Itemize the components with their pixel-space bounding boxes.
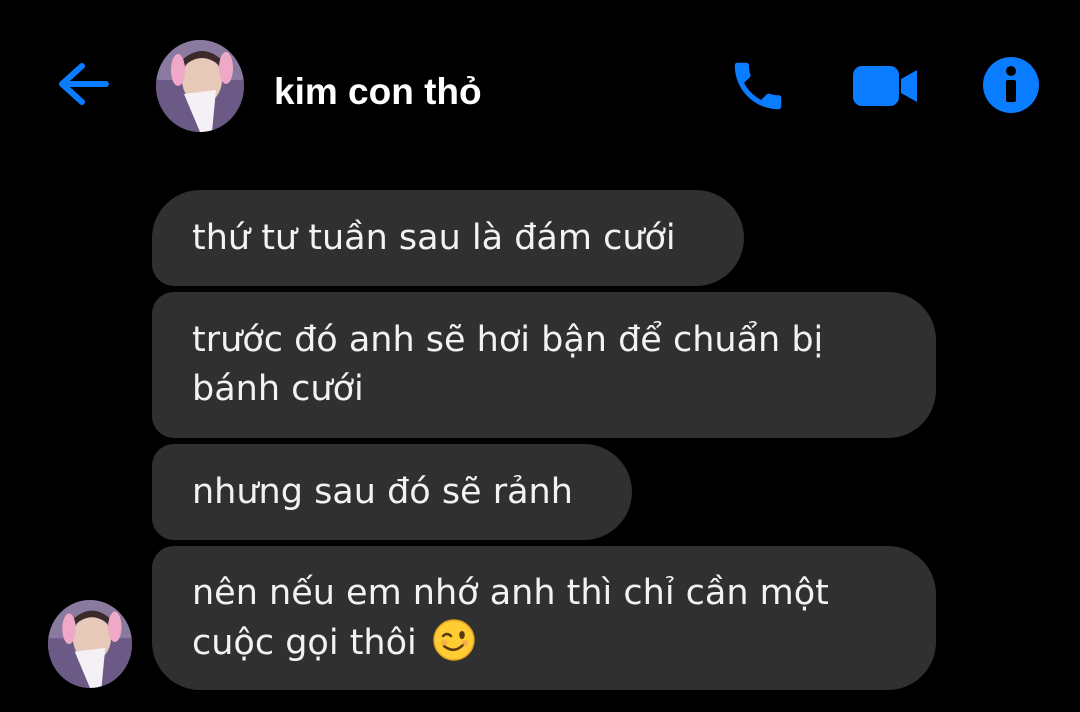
avatar-photo [48,600,132,688]
video-call-button[interactable] [844,56,924,116]
message-text: nhưng sau đó sẽ rảnh [192,471,573,512]
message-text: trước đó anh sẽ hơi bận để chuẩn bị bánh… [192,320,824,409]
voice-call-button[interactable] [722,52,794,120]
message-text: thứ tư tuần sau là đám cưới [192,217,676,258]
contact-name[interactable]: kim con thỏ [274,64,482,120]
avatar-photo [156,40,244,132]
message-bubble[interactable]: nhưng sau đó sẽ rảnh [152,444,632,540]
video-camera-icon [853,66,917,106]
contact-avatar[interactable] [156,40,244,132]
message-text: nên nếu em nhớ anh thì chỉ cần một cuộc … [192,572,829,663]
arrow-left-icon [59,63,109,105]
info-button[interactable] [978,52,1044,118]
info-icon [983,57,1039,113]
chat-header: kim con thỏ [0,0,1080,170]
message-bubble[interactable]: thứ tư tuần sau là đám cưới [152,190,744,286]
back-button[interactable] [50,54,114,114]
winking-face-emoji [433,618,475,661]
message-content: nên nếu em nhớ anh thì chỉ cần một cuộc … [192,569,892,668]
phone-icon [734,62,782,110]
message-bubble[interactable]: nên nếu em nhớ anh thì chỉ cần một cuộc … [152,546,936,690]
sender-avatar[interactable] [48,600,132,688]
message-bubble[interactable]: trước đó anh sẽ hơi bận để chuẩn bị bánh… [152,292,936,438]
